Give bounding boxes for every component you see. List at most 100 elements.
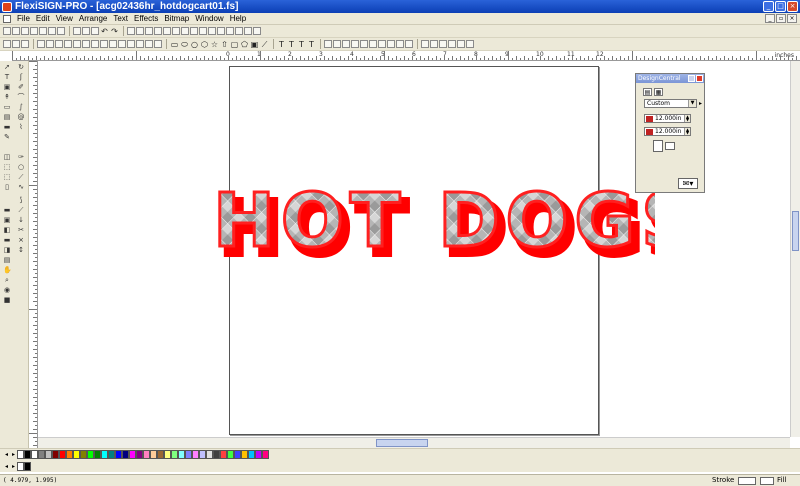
no-color-swatch[interactable] [17, 450, 24, 459]
page-height-field[interactable]: 12.000in ▲ ▼ [644, 127, 691, 136]
arrow-shape-icon[interactable]: ⇧ [220, 40, 229, 49]
delete-icon[interactable] [91, 27, 99, 35]
break-apart-icon[interactable] [64, 40, 72, 48]
blend-icon[interactable]: ◫ [3, 153, 11, 161]
open-icon[interactable] [12, 27, 20, 35]
rectangle-tool-icon[interactable]: ▭ [3, 103, 11, 111]
fill-tool-icon[interactable]: ▤ [3, 113, 11, 121]
palette2-left-icon[interactable]: ◂ [3, 462, 10, 471]
trim-icon[interactable] [82, 40, 90, 48]
dimension-icon[interactable]: ↕ [17, 246, 25, 254]
menu-help[interactable]: Help [227, 14, 249, 23]
text-path-icon[interactable]: T [297, 40, 306, 49]
emboss-icon[interactable] [145, 40, 153, 48]
color-swatch[interactable] [206, 450, 213, 459]
line-tool-icon[interactable]: ⟋ [17, 173, 25, 181]
cut-contour-icon[interactable]: ▣ [3, 216, 11, 224]
color-swatch[interactable] [171, 450, 178, 459]
text-block-icon[interactable]: T [307, 40, 316, 49]
color-swatch[interactable] [87, 450, 94, 459]
menu-view[interactable]: View [53, 14, 76, 23]
save-icon[interactable] [21, 27, 29, 35]
ellipse-icon[interactable]: ⬭ [180, 40, 189, 49]
send-icon[interactable] [163, 27, 171, 35]
zoom-all-icon[interactable] [199, 27, 207, 35]
copy-icon[interactable] [73, 27, 81, 35]
lock-icon[interactable] [396, 40, 404, 48]
pin-icon[interactable]: ↓ [17, 216, 25, 224]
perspective-icon[interactable]: ⬚ [3, 173, 11, 181]
vertical-scrollbar[interactable] [790, 61, 800, 437]
palette2-swatch[interactable] [17, 461, 24, 471]
text-tool-icon[interactable]: T [3, 73, 11, 81]
layers-icon[interactable] [172, 27, 180, 35]
plot-icon[interactable] [154, 27, 162, 35]
color-swatch[interactable] [94, 450, 101, 459]
text-serif-icon[interactable]: T [287, 40, 296, 49]
color-swatch[interactable] [52, 450, 59, 459]
fill-icon[interactable] [154, 40, 162, 48]
palette-scroll-left-icon[interactable]: ◂ [3, 450, 10, 459]
stroke-swatch[interactable] [738, 477, 756, 485]
color-swatch[interactable] [38, 450, 45, 459]
color-swatch[interactable] [59, 450, 66, 459]
text-tool-icon[interactable]: T [277, 40, 286, 49]
close-button[interactable]: × [787, 1, 798, 12]
maximize-button[interactable]: □ [775, 1, 786, 12]
brush-icon[interactable]: ⟋ [17, 206, 25, 214]
bevel-icon[interactable] [136, 40, 144, 48]
doc-close-button[interactable]: × [787, 14, 797, 23]
palette-menu-icon[interactable]: ▸ [10, 450, 17, 459]
color-swatch[interactable] [24, 450, 31, 459]
zoom-window-icon[interactable] [190, 27, 198, 35]
group-icon[interactable] [37, 40, 45, 48]
color-swatch[interactable] [122, 450, 129, 459]
color-swatch[interactable] [234, 450, 241, 459]
menu-edit[interactable]: Edit [33, 14, 53, 23]
star-icon[interactable]: ☆ [210, 40, 219, 49]
color-swatch[interactable] [178, 450, 185, 459]
rotate-icon[interactable] [369, 40, 377, 48]
fill-color-icon[interactable]: ■ [3, 296, 11, 304]
distribute-icon[interactable] [324, 40, 332, 48]
select-tool-icon[interactable]: ➚ [3, 63, 11, 71]
horizontal-scroll-thumb[interactable] [376, 439, 428, 447]
shape-tool-icon[interactable]: ▣ [3, 83, 11, 91]
color-tool-icon[interactable]: ▬ [3, 123, 11, 131]
menu-bitmap[interactable]: Bitmap [161, 14, 192, 23]
color-swatch[interactable] [248, 450, 255, 459]
landscape-button[interactable] [665, 142, 675, 150]
color-swatch[interactable] [80, 450, 87, 459]
color-swatch[interactable] [213, 450, 220, 459]
sign-blank-icon[interactable]: ▣ [250, 40, 259, 49]
color-swatch[interactable] [115, 450, 122, 459]
nudge-icon[interactable] [387, 40, 395, 48]
color-swatch[interactable] [199, 450, 206, 459]
outline-icon[interactable] [100, 40, 108, 48]
unlock-icon[interactable] [405, 40, 413, 48]
new-icon[interactable] [3, 27, 11, 35]
panel-minimize-button[interactable] [688, 75, 695, 82]
zoom-previous-icon[interactable] [217, 27, 225, 35]
order-back-icon[interactable] [351, 40, 359, 48]
pen-icon[interactable]: ✑ [17, 153, 25, 161]
more-arrow-icon[interactable]: ▸ [699, 100, 702, 107]
menu-arrange[interactable]: Arrange [76, 14, 110, 23]
space-icon[interactable] [333, 40, 341, 48]
page-tab-icon[interactable]: ▤ [643, 88, 652, 96]
fill-stroke-icon[interactable] [181, 27, 189, 35]
color-swatch[interactable] [129, 450, 136, 459]
import-icon[interactable] [30, 27, 38, 35]
color-swatch[interactable] [143, 450, 150, 459]
help-icon[interactable] [253, 27, 261, 35]
vertical-scroll-thumb[interactable] [792, 211, 799, 251]
align-center-icon[interactable] [12, 40, 20, 48]
properties-tab-icon[interactable]: ▦ [654, 88, 663, 96]
color-swatch[interactable] [31, 450, 38, 459]
color-swatch[interactable] [227, 450, 234, 459]
color-swatch[interactable] [220, 450, 227, 459]
page-size-select[interactable]: Custom ▼ [644, 99, 697, 108]
color-swatch[interactable] [66, 450, 73, 459]
palette2-swatch[interactable] [24, 461, 31, 471]
line-icon[interactable]: ⟋ [260, 40, 269, 49]
